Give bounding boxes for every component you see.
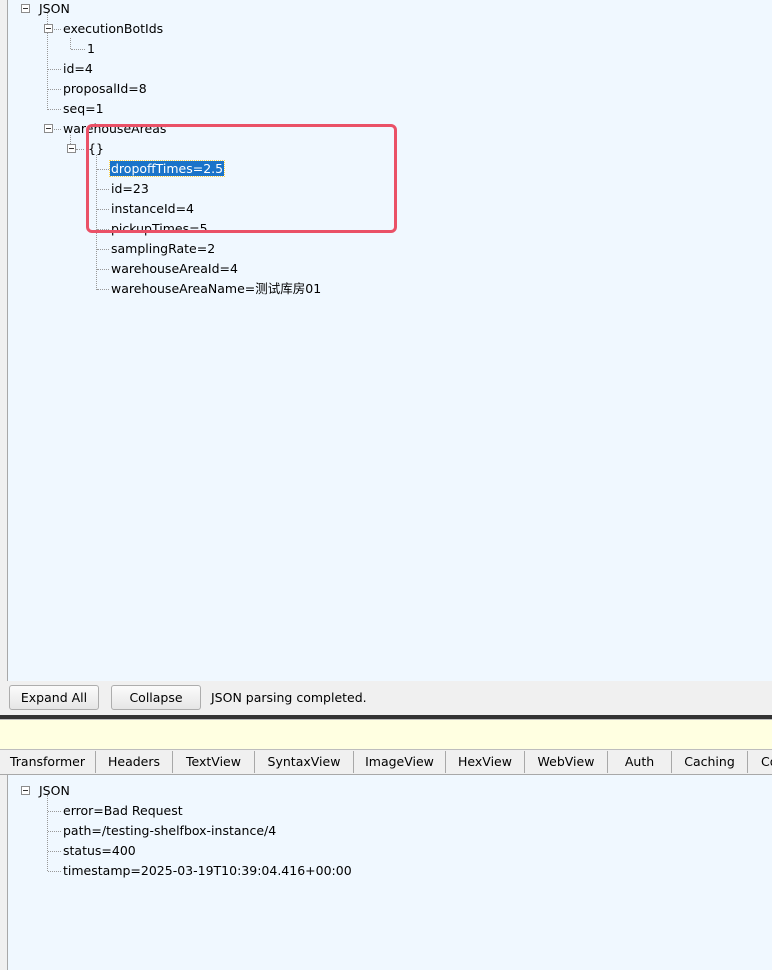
tree-node[interactable]: status=400	[63, 842, 136, 860]
tree-node-root[interactable]: JSON	[39, 0, 70, 18]
tree-connector	[52, 129, 61, 130]
tree-node-selected[interactable]: dropoffTimes=2.5	[108, 160, 226, 178]
info-bar	[0, 719, 772, 750]
tree-node[interactable]: pickupTimes=5	[111, 220, 208, 238]
tree-node[interactable]: warehouseAreaId=4	[111, 260, 238, 278]
collapse-toggle-icon[interactable]	[21, 4, 30, 13]
tree-node[interactable]: path=/testing-shelfbox-instance/4	[63, 822, 276, 840]
tree-node[interactable]: warehouseAreaName=测试库房01	[111, 280, 321, 298]
request-json-tree[interactable]: JSON executionBotIds 1 id=4 proposalId=8…	[7, 0, 772, 682]
tree-node[interactable]: {}	[88, 140, 104, 158]
tree-connector	[71, 49, 85, 50]
tree-connector	[97, 229, 109, 230]
tree-connector	[97, 169, 109, 170]
tree-node[interactable]: executionBotIds	[63, 20, 163, 38]
tree-connector	[48, 811, 61, 812]
tree-node[interactable]: 1	[87, 40, 95, 58]
tree-node[interactable]: proposalId=8	[63, 80, 147, 98]
tree-node-root[interactable]: JSON	[39, 782, 70, 800]
tree-connector	[76, 149, 84, 150]
collapse-toggle-icon[interactable]	[44, 24, 53, 33]
tab-imageview[interactable]: ImageView	[354, 751, 446, 773]
tree-toolbar: Expand All Collapse JSON parsing complet…	[0, 681, 772, 715]
tree-node[interactable]: error=Bad Request	[63, 802, 183, 820]
tree-node[interactable]: timestamp=2025-03-19T10:39:04.416+00:00	[63, 862, 352, 880]
expand-all-button[interactable]: Expand All	[9, 685, 99, 710]
tree-node[interactable]: id=4	[63, 60, 93, 78]
tree-connector	[70, 38, 71, 49]
tree-node[interactable]: id=23	[111, 180, 149, 198]
tab-transformer[interactable]: Transformer	[0, 751, 96, 773]
tab-caching[interactable]: Caching	[672, 751, 748, 773]
collapse-toggle-icon[interactable]	[44, 124, 53, 133]
tree-connector	[48, 69, 61, 70]
tree-connector	[48, 109, 61, 110]
tab-syntaxview[interactable]: SyntaxView	[255, 751, 354, 773]
tab-headers[interactable]: Headers	[96, 751, 173, 773]
tree-connector	[97, 269, 109, 270]
tree-connector	[48, 871, 61, 872]
response-tab-strip: Transformer Headers TextView SyntaxView …	[0, 751, 772, 775]
tree-connector	[48, 851, 61, 852]
tab-cookies[interactable]: Co	[748, 751, 772, 773]
collapse-toggle-icon[interactable]	[21, 786, 30, 795]
tree-node[interactable]: samplingRate=2	[111, 240, 215, 258]
tree-connector	[97, 189, 109, 190]
collapse-button[interactable]: Collapse	[111, 685, 201, 710]
tree-connector	[97, 289, 109, 290]
tab-hexview[interactable]: HexView	[446, 751, 525, 773]
tree-connector	[52, 29, 61, 30]
tab-webview[interactable]: WebView	[525, 751, 608, 773]
selected-node-label[interactable]: dropoffTimes=2.5	[108, 160, 226, 177]
tree-connector	[48, 89, 61, 90]
tree-connector	[48, 831, 61, 832]
tree-connector	[97, 249, 109, 250]
tab-textview[interactable]: TextView	[173, 751, 255, 773]
tree-connector	[47, 795, 48, 871]
parse-status-text: JSON parsing completed.	[211, 690, 367, 705]
tab-auth[interactable]: Auth	[608, 751, 672, 773]
tree-node[interactable]: seq=1	[63, 100, 104, 118]
collapse-toggle-icon[interactable]	[67, 144, 76, 153]
tree-node[interactable]: instanceId=4	[111, 200, 194, 218]
response-json-tree[interactable]: JSON error=Bad Request path=/testing-she…	[7, 775, 772, 970]
tree-node[interactable]: warehouseAreas	[63, 120, 166, 138]
tree-connector	[97, 209, 109, 210]
